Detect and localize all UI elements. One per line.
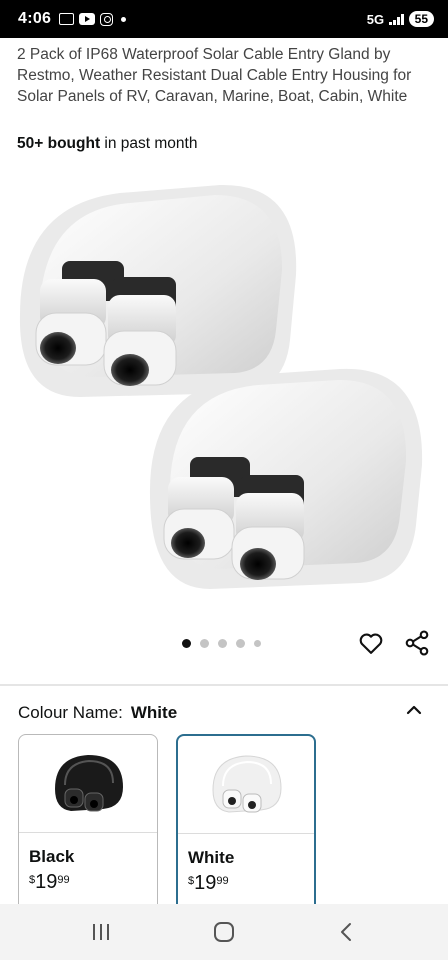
black-gland-thumbnail [55,754,123,811]
navigation-bar [0,904,448,960]
network-label: 5G [366,11,385,27]
gland-2 [149,368,423,589]
home-icon [213,922,234,942]
carousel-dot-1[interactable] [182,639,191,648]
swatch-price: $19 99 [188,872,229,895]
swatch-name: White [188,848,235,867]
screenshot-icon [59,13,75,25]
bought-info: 50+ bought in past month [17,135,197,153]
bought-count: 50+ bought [17,135,101,152]
battery-icon: 55 [408,11,434,27]
chevron-up-icon [406,705,422,715]
swatch-image-black [19,735,157,833]
white-gland-thumbnail [212,754,282,813]
share-icon [405,630,429,656]
status-time: 4:06 [18,10,52,27]
image-carousel-dots[interactable] [182,639,261,648]
colour-option-black[interactable]: Black $19 99 [18,734,158,924]
product-photo [19,184,423,589]
product-title: 2 Pack of IP68 Waterproof Solar Cable En… [17,46,412,105]
colour-label: Colour Name: [18,703,123,722]
youtube-icon [79,13,96,25]
carousel-dot-5[interactable] [254,640,261,647]
more-notifications-icon [121,16,127,22]
home-button[interactable] [204,912,244,952]
gland-1 [19,184,297,397]
instagram-icon [100,12,114,26]
section-divider [0,684,448,686]
recent-apps-button[interactable] [81,912,121,952]
colour-selected-value: White [130,703,178,722]
carousel-dot-3[interactable] [218,639,227,648]
colour-option-white[interactable]: White $19 99 [176,734,316,924]
collapse-colour-button[interactable] [402,698,426,722]
notification-icons [59,12,127,26]
back-button[interactable] [327,912,367,952]
product-image[interactable] [0,165,448,615]
back-icon [340,923,351,941]
signal-icon [389,13,404,25]
price-whole: 19 [194,872,217,894]
share-button[interactable] [403,629,431,657]
swatch-image-white [178,736,314,834]
price-fraction: 99 [216,875,229,887]
price-whole: 19 [35,871,58,893]
bought-suffix: in past month [100,135,198,152]
price-fraction: 99 [57,874,70,886]
swatch-price: $19 99 [29,871,70,894]
swatch-name: Black [29,847,75,866]
colour-header: Colour Name: White [18,703,177,723]
carousel-dot-2[interactable] [200,639,209,648]
carousel-dot-4[interactable] [236,639,245,648]
status-right: 5G 55 [367,11,434,27]
status-bar: 4:06 5G 55 [0,0,448,38]
recent-apps-icon [93,924,110,940]
heart-icon [359,633,383,654]
wishlist-button[interactable] [357,629,385,657]
